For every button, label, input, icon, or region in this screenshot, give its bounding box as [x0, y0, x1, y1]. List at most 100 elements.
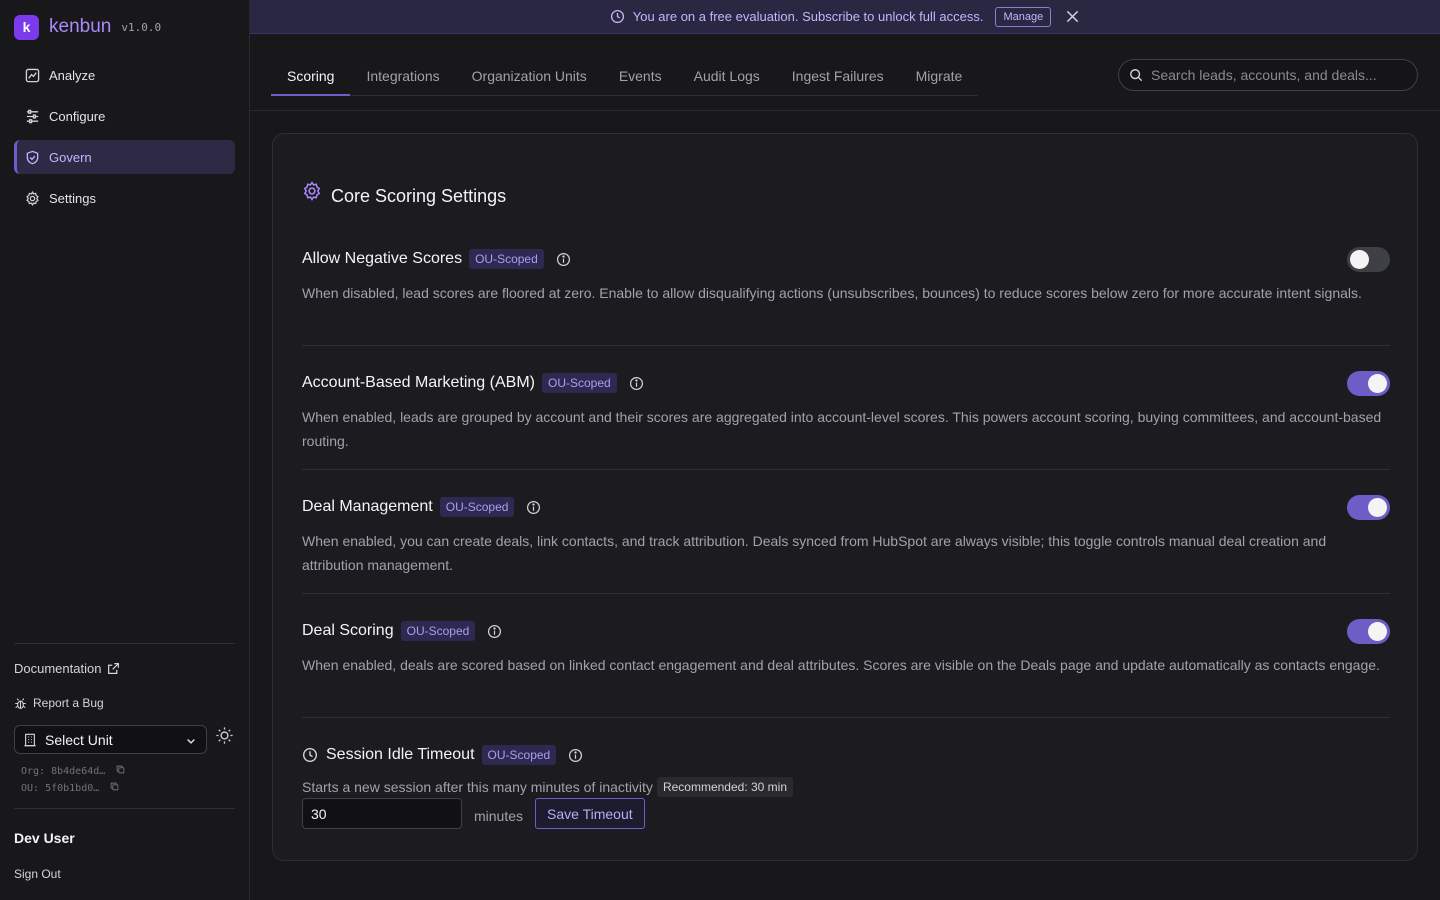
abm-toggle[interactable] [1347, 371, 1390, 396]
sliders-icon [24, 108, 40, 124]
card-title: Core Scoring Settings [302, 180, 506, 207]
sidebar-nav: Analyze Configure Govern Settings [14, 58, 235, 222]
core-scoring-card: Core Scoring Settings Allow Negative Sco… [272, 133, 1418, 861]
divider [14, 808, 235, 809]
setting-header: Session Idle Timeout OU-Scoped [302, 743, 1390, 767]
shield-check-icon [24, 149, 40, 165]
setting-title: Allow Negative Scores [302, 250, 463, 267]
copy-icon[interactable] [116, 765, 125, 777]
tab-ingest-failures[interactable]: Ingest Failures [776, 63, 900, 96]
setting-deal-scoring: Deal Scoring OU-Scoped When enabled, dea… [302, 619, 1390, 718]
user-name: Dev User [14, 830, 75, 846]
setting-title: Deal Management [302, 498, 433, 515]
brand[interactable]: k kenbun v1.0.0 [14, 14, 161, 40]
close-icon[interactable] [1065, 9, 1080, 24]
info-icon[interactable] [556, 252, 571, 267]
documentation-label: Documentation [14, 661, 102, 676]
toggle-knob [1368, 374, 1387, 393]
kenbun-logo: k [14, 14, 39, 40]
ou-scoped-badge: OU-Scoped [481, 745, 557, 765]
bug-icon [14, 697, 27, 710]
banner-text: You are on a free evaluation. Subscribe … [632, 9, 984, 24]
documentation-link[interactable]: Documentation [14, 661, 120, 676]
info-icon[interactable] [568, 748, 583, 763]
setting-header: Deal Management OU-Scoped [302, 495, 541, 519]
minutes-label: minutes [474, 807, 524, 824]
report-bug-link[interactable]: Report a Bug [14, 696, 104, 710]
setting-allow-negative-scores: Allow Negative Scores OU-Scoped When dis… [302, 247, 1390, 346]
deal-scoring-toggle[interactable] [1347, 619, 1390, 644]
report-bug-label: Report a Bug [33, 696, 104, 710]
org-id-row: Org: 8b4de64d… [21, 763, 125, 780]
sidebar-item-label: Configure [49, 108, 106, 124]
chart-icon [24, 67, 40, 83]
toggle-knob [1368, 622, 1387, 641]
unit-select[interactable]: Select Unit [14, 725, 207, 754]
tab-migrate[interactable]: Migrate [900, 63, 979, 96]
id-info: Org: 8b4de64d… OU: 5f0b1bd0… [21, 763, 125, 797]
setting-title: Deal Scoring [302, 622, 394, 639]
setting-description: When enabled, leads are grouped by accou… [302, 409, 1382, 449]
sidebar: k kenbun v1.0.0 Analyze Configure Govern [0, 0, 250, 900]
setting-title: Account-Based Marketing (ABM) [302, 374, 535, 391]
sidebar-item-label: Settings [49, 190, 96, 206]
save-timeout-button[interactable]: Save Timeout [535, 798, 645, 829]
sign-out-link[interactable]: Sign Out [14, 867, 61, 881]
toggle-knob [1350, 250, 1369, 269]
setting-header: Account-Based Marketing (ABM) OU-Scoped [302, 371, 644, 395]
info-icon[interactable] [487, 624, 502, 639]
setting-title: Session Idle Timeout [326, 746, 475, 763]
setting-header: Allow Negative Scores OU-Scoped [302, 247, 571, 271]
info-icon[interactable] [629, 376, 644, 391]
search-icon [1129, 68, 1143, 82]
clock-icon [610, 9, 625, 24]
gear-icon [24, 190, 40, 206]
tab-audit-logs[interactable]: Audit Logs [678, 63, 776, 96]
ou-scoped-badge: OU-Scoped [439, 497, 515, 517]
setting-deal-management: Deal Management OU-Scoped When enabled, … [302, 495, 1390, 594]
chevron-down-icon [185, 734, 197, 750]
copy-icon[interactable] [110, 782, 119, 794]
ou-id-row: OU: 5f0b1bd0… [21, 780, 125, 797]
unit-select-label: Select Unit [45, 731, 113, 748]
org-id: Org: 8b4de64d… [21, 766, 106, 777]
sidebar-item-settings[interactable]: Settings [14, 181, 235, 215]
sidebar-footer: Documentation Report a Bug Select Unit O… [14, 643, 235, 794]
manage-button[interactable]: Manage [995, 6, 1052, 27]
ou-scoped-badge: OU-Scoped [469, 249, 544, 269]
deal-management-toggle[interactable] [1347, 495, 1390, 520]
sidebar-item-govern[interactable]: Govern [14, 140, 235, 174]
session-input-row: minutes Save Timeout [302, 798, 645, 829]
building-icon [23, 733, 37, 747]
session-timeout-input[interactable] [302, 798, 462, 829]
setting-session-idle-timeout: Session Idle Timeout OU-Scoped Starts a … [302, 743, 1390, 829]
sidebar-item-label: Govern [49, 149, 92, 165]
app-name: kenbun [49, 16, 112, 37]
app-version: v1.0.0 [121, 20, 162, 34]
top-bar: Scoring Integrations Organization Units … [250, 34, 1440, 111]
setting-description: When enabled, you can create deals, link… [302, 533, 1327, 573]
theme-toggle-sun-icon[interactable] [215, 726, 234, 750]
ou-scoped-badge: OU-Scoped [541, 373, 617, 393]
ou-scoped-badge: OU-Scoped [400, 621, 476, 641]
recommended-badge: Recommended: 30 min [656, 777, 793, 797]
sidebar-item-configure[interactable]: Configure [14, 99, 235, 133]
tab-integrations[interactable]: Integrations [350, 63, 455, 96]
setting-header: Deal Scoring OU-Scoped [302, 619, 502, 643]
tab-events[interactable]: Events [603, 63, 678, 96]
allow-negative-scores-toggle[interactable] [1347, 247, 1390, 272]
tab-bar: Scoring Integrations Organization Units … [271, 63, 979, 96]
session-label-text: Starts a new session after this many min… [302, 779, 653, 795]
toggle-knob [1368, 498, 1387, 517]
search-input[interactable] [1151, 67, 1401, 83]
session-label: Starts a new session after this many min… [302, 777, 793, 797]
info-icon[interactable] [526, 500, 541, 515]
tab-scoring[interactable]: Scoring [271, 63, 351, 96]
tab-organization-units[interactable]: Organization Units [456, 63, 603, 96]
search-box[interactable] [1118, 59, 1418, 91]
sidebar-item-analyze[interactable]: Analyze [14, 58, 235, 92]
setting-description: When disabled, lead scores are floored a… [302, 285, 1362, 301]
gear-icon [302, 180, 322, 201]
evaluation-banner: You are on a free evaluation. Subscribe … [250, 0, 1440, 34]
setting-abm: Account-Based Marketing (ABM) OU-Scoped … [302, 371, 1390, 470]
